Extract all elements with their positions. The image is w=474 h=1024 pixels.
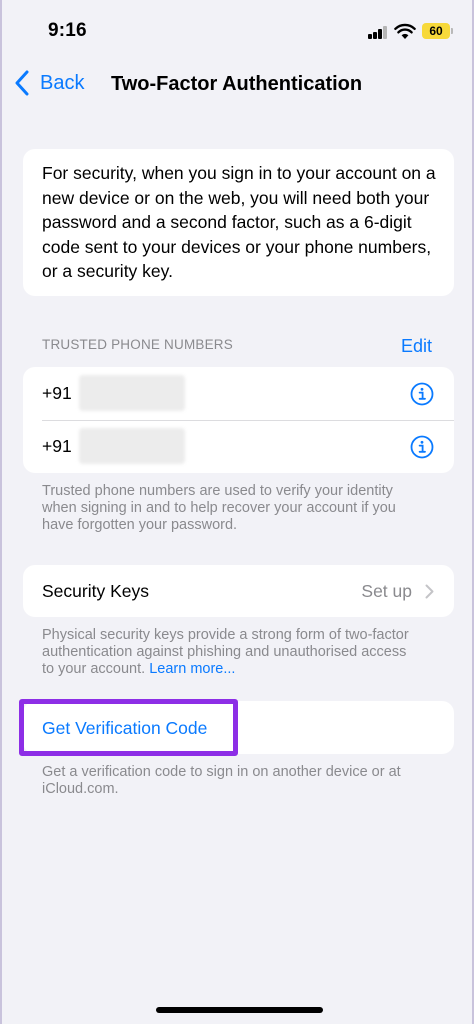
- wifi-icon: [394, 23, 416, 39]
- back-label: Back: [40, 71, 85, 94]
- chevron-right-icon: [425, 584, 434, 599]
- get-verification-code-button[interactable]: Get Verification Code: [23, 701, 454, 754]
- redacted-number: [79, 375, 185, 411]
- edit-button[interactable]: Edit: [401, 336, 432, 357]
- learn-more-link[interactable]: Learn more...: [149, 661, 235, 677]
- redacted-number: [79, 428, 185, 464]
- verification-footnote: Get a verification code to sign in on an…: [42, 764, 401, 797]
- signal-icon: [368, 26, 388, 39]
- security-keys-label: Security Keys: [42, 581, 149, 601]
- chevron-left-icon: [15, 70, 29, 96]
- phone-prefix: +91: [42, 383, 72, 403]
- home-indicator[interactable]: [156, 1007, 323, 1013]
- trusted-numbers-header: TRUSTED PHONE NUMBERS: [42, 337, 233, 352]
- trusted-numbers-footnote: Trusted phone numbers are used to verify…: [42, 483, 396, 533]
- screen: 9:16 60 Back Two-Factor Authentication F…: [0, 0, 474, 1024]
- battery-icon: 60: [422, 23, 453, 39]
- page-title: Two-Factor Authentication: [111, 73, 363, 95]
- info-icon[interactable]: [410, 435, 434, 459]
- security-keys-footnote: Physical security keys provide a strong …: [42, 627, 422, 678]
- security-keys-row[interactable]: Security Keys Set up: [23, 565, 454, 617]
- info-icon[interactable]: [410, 382, 434, 406]
- intro-text: For security, when you sign in to your a…: [42, 163, 436, 281]
- get-verification-code-label: Get Verification Code: [42, 718, 208, 738]
- back-button[interactable]: Back: [14, 70, 84, 96]
- phone-prefix: +91: [42, 436, 72, 456]
- battery-level: 60: [429, 24, 443, 38]
- status-bar: 9:16 60: [2, 0, 472, 60]
- phone-row[interactable]: +91: [23, 367, 454, 420]
- status-time: 9:16: [48, 20, 87, 41]
- trusted-numbers-list: +91 +91: [23, 367, 454, 473]
- security-keys-value: Set up: [361, 581, 412, 601]
- phone-row[interactable]: +91: [23, 420, 454, 473]
- intro-card: For security, when you sign in to your a…: [23, 149, 454, 296]
- navigation-bar: Back Two-Factor Authentication: [2, 62, 472, 108]
